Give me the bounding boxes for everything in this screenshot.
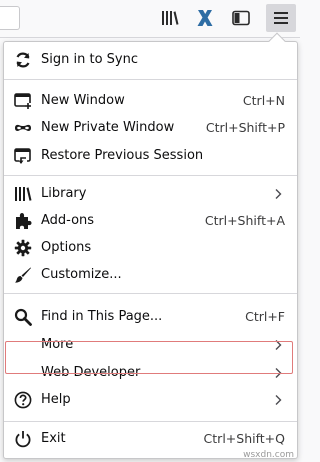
menu-item-shortcut: Ctrl+N (242, 93, 285, 108)
new-window-icon (14, 92, 32, 110)
menu-item-shortcut: Ctrl+F (245, 309, 285, 324)
gear-icon (14, 239, 32, 257)
menu-item-customize[interactable]: Customize... (4, 262, 297, 288)
power-icon (14, 430, 32, 448)
menu-item-find-in-page[interactable]: Find in This Page... Ctrl+F (4, 304, 297, 330)
sync-icon (14, 51, 32, 69)
open-menu-button[interactable] (266, 4, 296, 32)
puzzle-piece-icon (14, 212, 32, 230)
sidebar-icon (232, 10, 250, 26)
library-icon (161, 10, 179, 26)
menu-item-shortcut: Ctrl+Shift+P (205, 120, 285, 135)
menu-item-label: New Window (41, 93, 125, 108)
menu-item-help[interactable]: Help (4, 387, 297, 413)
help-highlight-box (5, 341, 293, 374)
menu-item-library[interactable]: Library (4, 181, 297, 207)
chevron-right-icon (273, 188, 283, 200)
chevron-right-icon (273, 394, 283, 406)
menu-item-sync[interactable]: Sign in to Sync (4, 47, 297, 73)
divider (4, 421, 297, 422)
menu-item-exit[interactable]: Exit Ctrl+Shift+Q (4, 426, 297, 452)
app-menu-panel: Sign in to Sync New Window Ctrl+N New Pr… (3, 32, 298, 459)
private-mask-icon (14, 119, 32, 137)
menu-item-shortcut: Ctrl+Shift+Q (203, 431, 285, 446)
hamburger-menu-icon (273, 11, 289, 25)
sidebar-button[interactable] (226, 4, 256, 32)
menu-item-label: Customize... (41, 267, 122, 282)
divider (4, 79, 297, 80)
url-bar-edge[interactable] (0, 6, 20, 30)
menu-item-label: Options (41, 240, 92, 255)
divider (4, 293, 297, 294)
browser-toolbar (0, 0, 300, 38)
menu-item-new-window[interactable]: New Window Ctrl+N (4, 88, 297, 114)
menu-item-addons[interactable]: Add-ons Ctrl+Shift+A (4, 208, 297, 234)
menu-item-restore-session[interactable]: Restore Previous Session (4, 143, 297, 169)
watermark: wsxdn.com (243, 450, 294, 460)
menu-item-label: Restore Previous Session (41, 148, 204, 163)
extension-x-icon (196, 9, 214, 27)
menu-item-label: Add-ons (41, 213, 95, 228)
menu-item-label: Library (41, 186, 87, 201)
extension-x-button[interactable] (190, 4, 220, 32)
library-icon (14, 185, 32, 203)
restore-session-icon (14, 147, 32, 165)
menu-item-label: Exit (41, 431, 66, 446)
menu-item-new-private-window[interactable]: New Private Window Ctrl+Shift+P (4, 115, 297, 141)
menu-item-label: Find in This Page... (41, 309, 163, 324)
search-icon (14, 308, 32, 326)
menu-item-shortcut: Ctrl+Shift+A (204, 213, 285, 228)
menu-item-options[interactable]: Options (4, 235, 297, 261)
library-button[interactable] (155, 4, 185, 32)
menu-item-label: Sign in to Sync (41, 52, 138, 67)
menu-item-label: New Private Window (41, 120, 175, 135)
menu-item-label: Help (41, 392, 71, 407)
paintbrush-icon (14, 266, 32, 284)
divider (4, 175, 297, 176)
help-question-icon (14, 391, 32, 409)
